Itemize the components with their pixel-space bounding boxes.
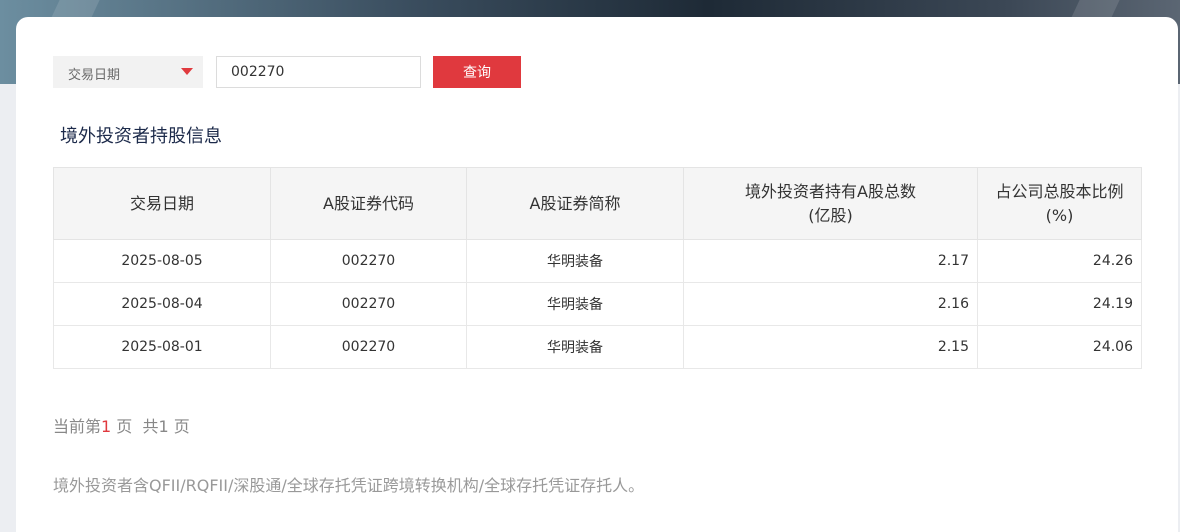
cell-date: 2025-08-04: [53, 282, 271, 326]
column-header-total: 境外投资者持有A股总数 (亿股): [683, 167, 978, 240]
section-title: 境外投资者持股信息: [60, 126, 222, 147]
cell-name: 华明装备: [466, 325, 684, 369]
cell-date: 2025-08-05: [53, 239, 271, 283]
date-filter-label: 交易日期: [68, 68, 121, 83]
column-header-name: A股证券简称: [466, 167, 684, 240]
date-filter-select[interactable]: 交易日期: [53, 56, 203, 88]
cell-ratio: 24.26: [977, 239, 1142, 283]
pager-total: 共1: [142, 417, 169, 436]
footnote: 境外投资者含QFII/RQFII/深股通/全球存托凭证跨境转换机构/全球存托凭证…: [53, 476, 645, 495]
cell-date: 2025-08-01: [53, 325, 271, 369]
stock-code-input[interactable]: [216, 56, 421, 88]
pager-current-page: 1: [101, 417, 112, 436]
cell-ratio: 24.19: [977, 282, 1142, 326]
column-header-total-line2: (亿股): [808, 205, 853, 225]
cell-code: 002270: [270, 325, 467, 369]
cell-total: 2.15: [683, 325, 978, 369]
pager-prefix: 当前第: [53, 417, 102, 436]
pager-total-unit: 页: [173, 417, 190, 436]
pagination-info: 当前第1 页 共1 页: [53, 413, 190, 437]
table-header-row: 交易日期 A股证券代码 A股证券简称 境外投资者持有A股总数 (亿股) 占公司总…: [53, 167, 1142, 240]
table-row: 2025-08-04 002270 华明装备 2.16 24.19: [53, 282, 1142, 326]
cell-total: 2.17: [683, 239, 978, 283]
cell-code: 002270: [270, 239, 467, 283]
column-header-ratio-line2: (%): [1045, 205, 1074, 225]
column-header-code: A股证券代码: [270, 167, 467, 240]
column-header-total-line1: 境外投资者持有A股总数: [745, 181, 916, 201]
cell-total: 2.16: [683, 282, 978, 326]
column-header-ratio-line1: 占公司总股本比例: [995, 181, 1124, 201]
query-button[interactable]: 查询: [433, 56, 521, 88]
cell-ratio: 24.06: [977, 325, 1142, 369]
column-header-ratio: 占公司总股本比例 (%): [977, 167, 1142, 240]
column-header-date: 交易日期: [53, 167, 271, 240]
pager-page-unit: 页: [116, 417, 133, 436]
holdings-table: 交易日期 A股证券代码 A股证券简称 境外投资者持有A股总数 (亿股) 占公司总…: [53, 167, 1142, 369]
table-row: 2025-08-01 002270 华明装备 2.15 24.06: [53, 325, 1142, 369]
cell-code: 002270: [270, 282, 467, 326]
caret-down-icon: [181, 68, 193, 75]
table-row: 2025-08-05 002270 华明装备 2.17 24.26: [53, 239, 1142, 283]
cell-name: 华明装备: [466, 239, 684, 283]
cell-name: 华明装备: [466, 282, 684, 326]
